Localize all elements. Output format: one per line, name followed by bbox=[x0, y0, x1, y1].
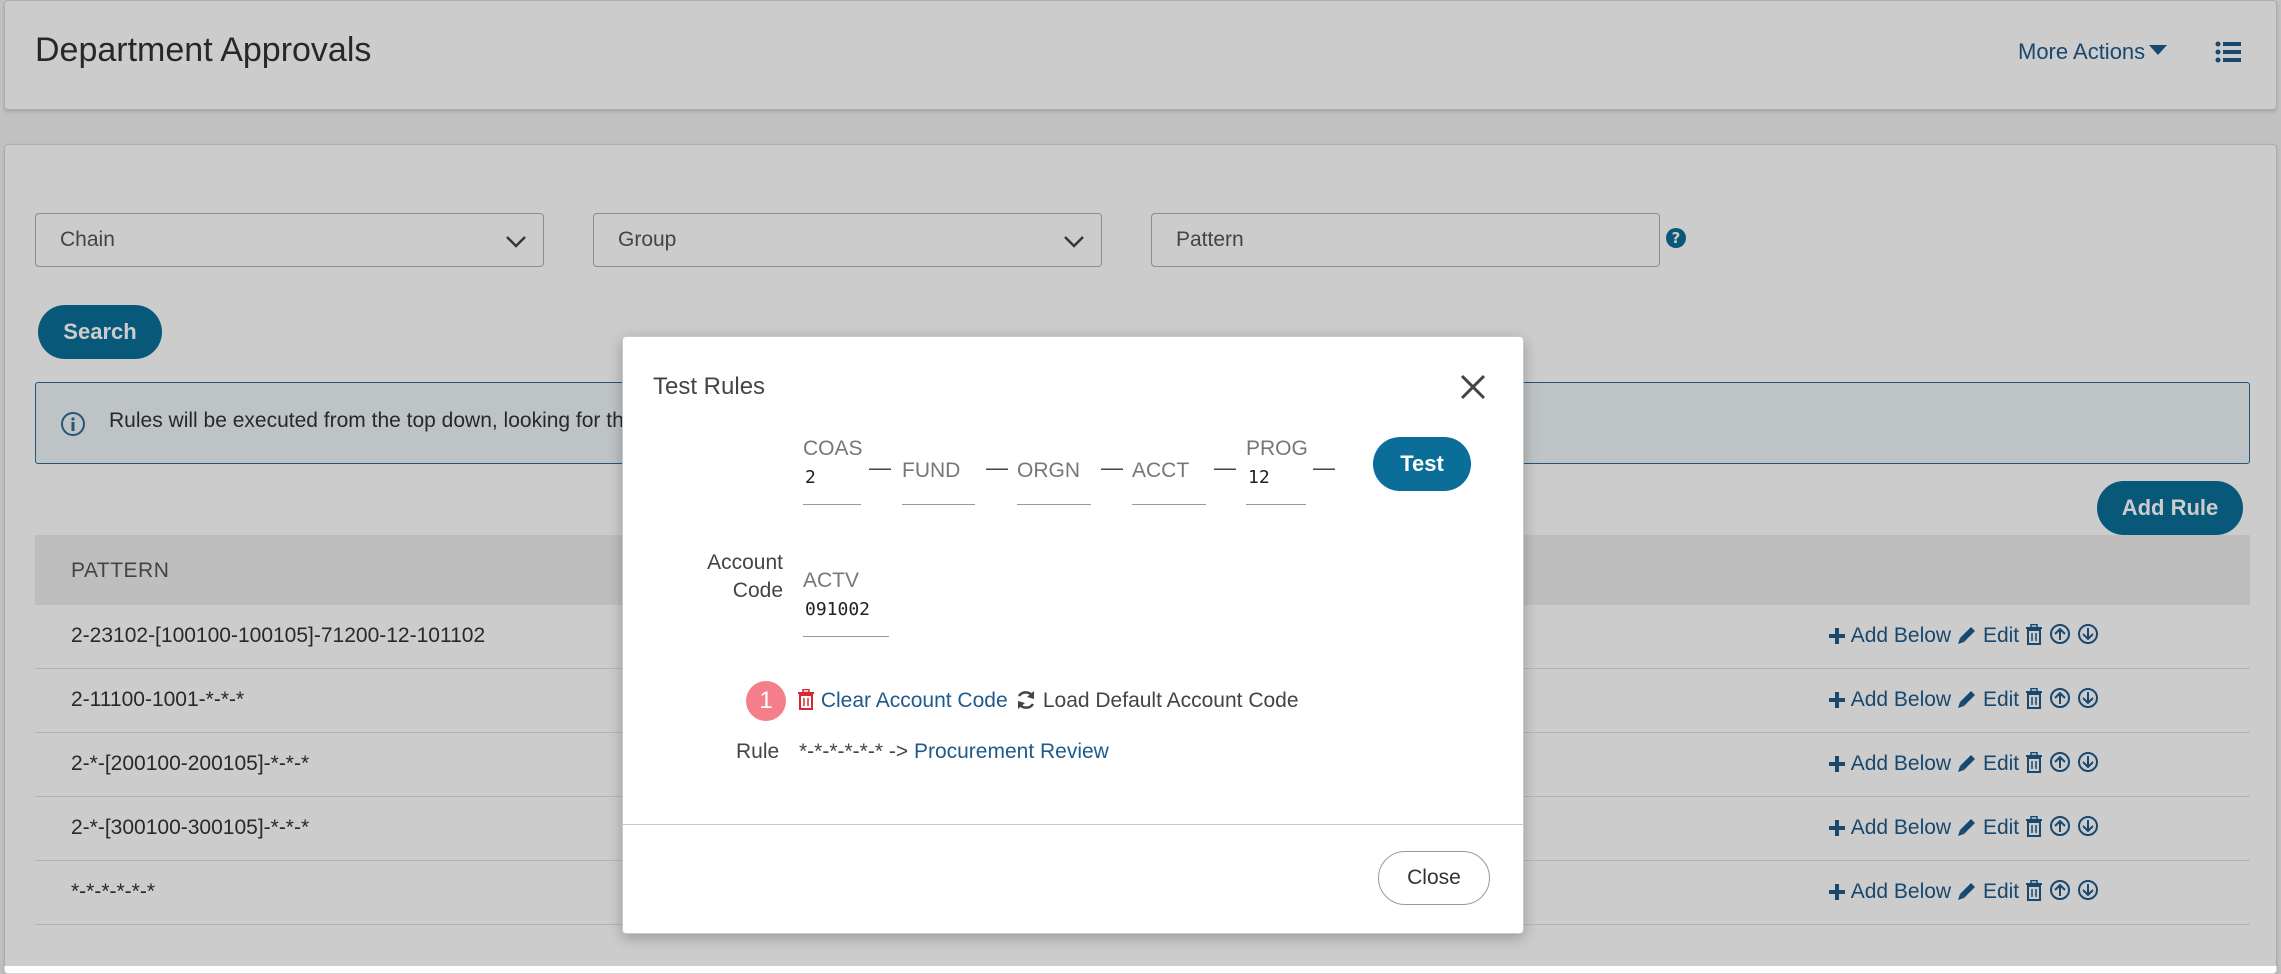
prog-value: 12 bbox=[1248, 467, 1270, 488]
segment-separator: — bbox=[869, 455, 891, 480]
step-badge: 1 bbox=[746, 681, 786, 721]
rule-pattern: *-*-*-*-*-* -> bbox=[799, 740, 909, 763]
coas-underline bbox=[803, 504, 861, 505]
clear-account-code-link[interactable]: Clear Account Code bbox=[797, 688, 1008, 713]
account-code-label-line1: Account bbox=[707, 551, 783, 574]
account-code-label: Account Code bbox=[683, 549, 783, 605]
segment-separator: — bbox=[1313, 455, 1335, 480]
test-button[interactable]: Test bbox=[1373, 437, 1471, 491]
close-icon[interactable] bbox=[1458, 372, 1488, 402]
rule-target-link[interactable]: Procurement Review bbox=[914, 740, 1109, 763]
coas-label: COAS bbox=[803, 437, 863, 460]
load-default-account-code-link[interactable]: Load Default Account Code bbox=[1015, 689, 1299, 713]
prog-underline bbox=[1246, 504, 1306, 505]
load-default-account-code-label: Load Default Account Code bbox=[1042, 689, 1299, 712]
refresh-icon bbox=[1017, 691, 1035, 709]
account-code-label-line2: Code bbox=[732, 579, 783, 602]
close-button[interactable]: Close bbox=[1378, 851, 1490, 905]
orgn-underline bbox=[1017, 504, 1091, 505]
segment-separator: — bbox=[1101, 455, 1123, 480]
fund-label: FUND bbox=[902, 459, 961, 482]
clear-account-code-label: Clear Account Code bbox=[820, 689, 1008, 712]
actv-value: 091002 bbox=[805, 599, 871, 620]
modal-title: Test Rules bbox=[653, 373, 766, 400]
fund-underline bbox=[902, 504, 975, 505]
actv-underline bbox=[803, 636, 889, 637]
orgn-label: ORGN bbox=[1017, 459, 1080, 482]
modal-divider bbox=[623, 824, 1523, 825]
trash-icon bbox=[798, 688, 814, 710]
acct-label: ACCT bbox=[1132, 459, 1190, 482]
segment-separator: — bbox=[986, 455, 1008, 480]
rule-result: *-*-*-*-*-* -> Procurement Review bbox=[799, 740, 1109, 764]
test-rules-modal: Test Rules COAS 2 — FUND — ORGN — ACCT —… bbox=[622, 336, 1524, 934]
rule-label: Rule bbox=[736, 740, 780, 763]
segment-separator: — bbox=[1214, 455, 1236, 480]
acct-underline bbox=[1132, 504, 1206, 505]
prog-label: PROG bbox=[1246, 437, 1308, 460]
coas-value: 2 bbox=[805, 467, 816, 488]
actv-label: ACTV bbox=[803, 569, 860, 592]
